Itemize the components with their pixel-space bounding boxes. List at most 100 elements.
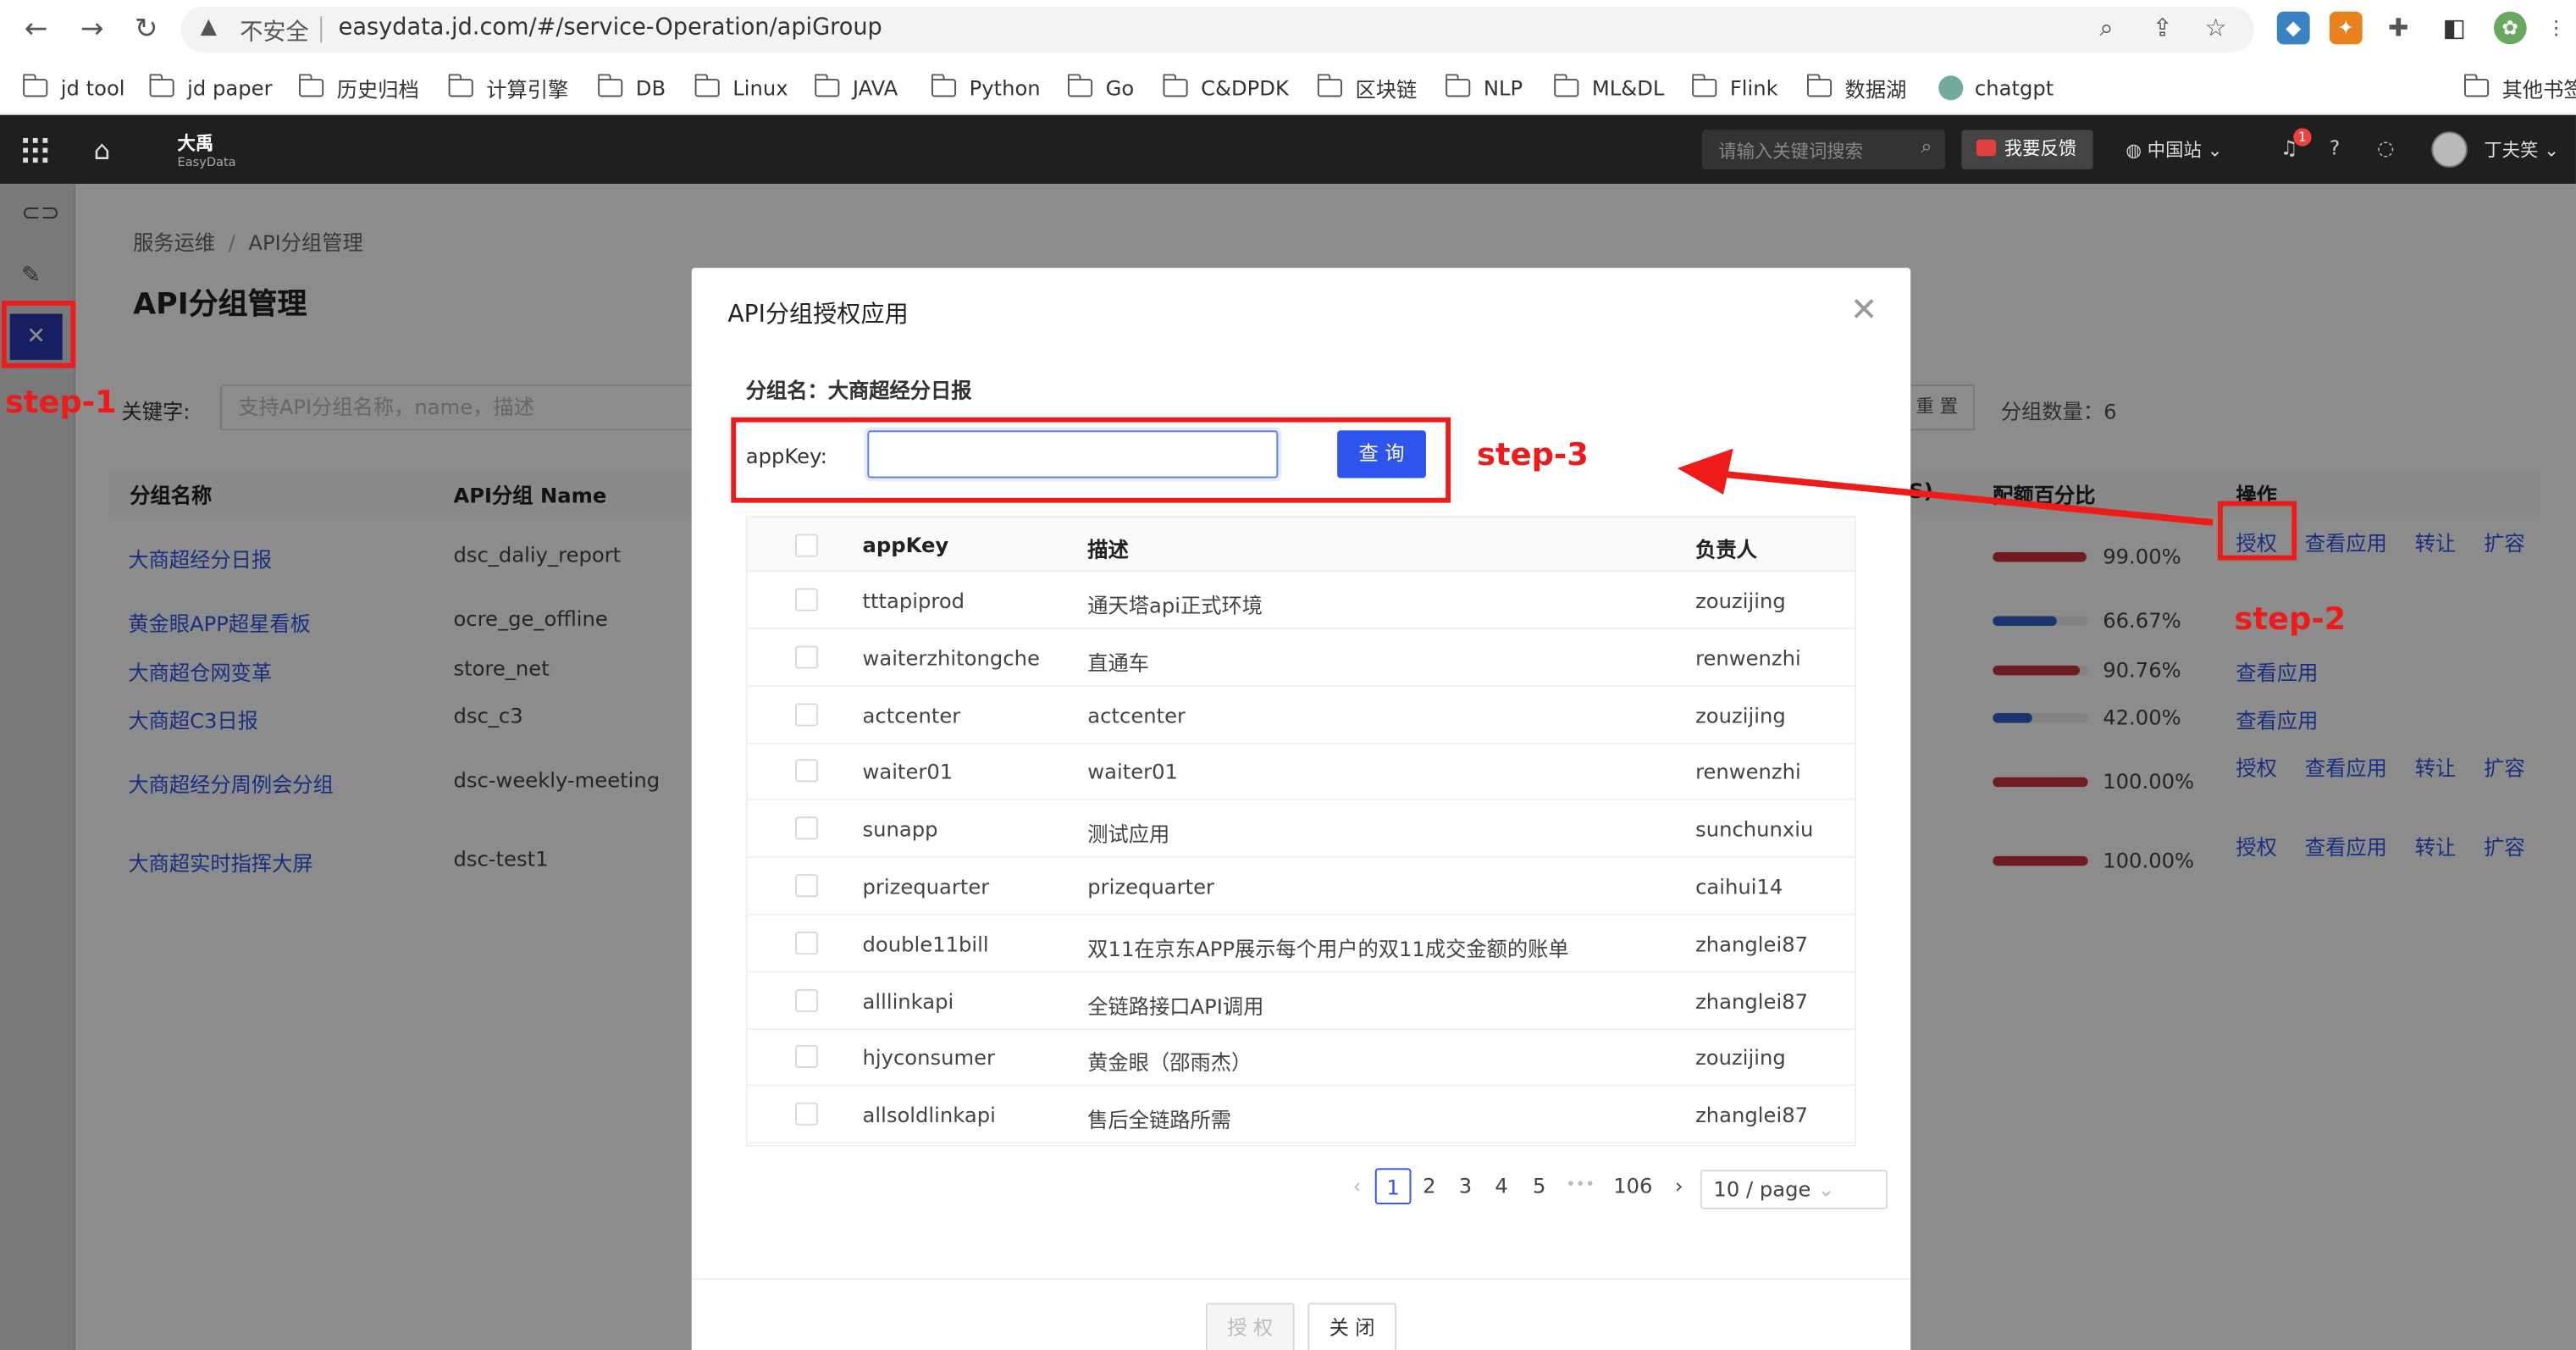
prev-page-icon[interactable]: ‹ [1339, 1168, 1375, 1204]
app-desc-cell: 全链路接口API调用 [1087, 993, 1264, 1019]
app-owner-cell: renwenzhi [1695, 645, 1801, 671]
page-1[interactable]: 1 [1374, 1168, 1412, 1205]
chrome-menu-icon[interactable]: ⋮ [2540, 11, 2573, 45]
app-key-cell: waiter01 [862, 760, 954, 785]
zoom-icon[interactable]: ⌕ [2099, 14, 2113, 43]
share-icon[interactable]: ⇪ [2152, 14, 2172, 43]
bookmark-chatgpt[interactable]: chatgpt [1938, 70, 2054, 103]
bookmark-archive[interactable]: 历史归档 [298, 70, 419, 103]
feedback-button[interactable]: 我要反馈 [1961, 130, 2093, 169]
folder-icon [1691, 73, 1717, 97]
forward-icon[interactable]: → [72, 10, 112, 50]
row-checkbox[interactable] [794, 645, 819, 669]
bookmark-flink[interactable]: Flink [1691, 70, 1778, 103]
row-checkbox[interactable] [794, 760, 819, 783]
app-row[interactable]: prizequarter prizequarter caihui14 [747, 858, 1855, 916]
page-3[interactable]: 3 [1447, 1168, 1484, 1204]
app-owner-cell: zhanglei87 [1695, 988, 1809, 1014]
folder-icon [814, 73, 840, 97]
query-button[interactable]: 查 询 [1337, 430, 1426, 479]
extensions-puzzle-icon[interactable]: ✚ [2382, 11, 2415, 45]
globe-icon: ◍ [2125, 139, 2148, 162]
bookmark-mldl[interactable]: ML&DL [1553, 70, 1664, 103]
app-owner-cell: zouzijing [1695, 702, 1786, 728]
app-row[interactable]: allsoldlinkapi 售后全链路所需 zhanglei87 [747, 1087, 1855, 1144]
app-table: appKey 描述 负责人 tttapiprod 通天塔api正式环境 zouzij… [745, 516, 1857, 1148]
help-icon[interactable]: ? [2330, 136, 2340, 159]
global-search-input[interactable]: 请输入关键词搜索 ⌕ [1701, 130, 1945, 169]
app-desc-cell: 黄金眼（邵雨杰） [1087, 1050, 1252, 1076]
app-row[interactable]: waiterzhitongche 直通车 renwenzhi [747, 629, 1855, 687]
bookmark-compute-engine[interactable]: 计算引擎 [447, 70, 568, 103]
notification-badge: 1 [2293, 128, 2312, 147]
page-4[interactable]: 4 [1484, 1168, 1520, 1204]
chevron-down-icon: ⌄ [2201, 139, 2223, 162]
next-page-icon[interactable]: › [1661, 1168, 1697, 1204]
page-ellipsis[interactable]: ••• [1562, 1168, 1599, 1204]
app-key-cell: sunapp [862, 816, 938, 842]
row-checkbox[interactable] [794, 1045, 819, 1069]
bookmark-other[interactable]: 其他书签 [2463, 70, 2576, 103]
app-key-cell: prizequarter [862, 874, 990, 899]
extension-fox-icon[interactable]: ✦ [2329, 11, 2363, 45]
page-last[interactable]: 106 [1608, 1168, 1657, 1204]
app-row[interactable]: alllinkapi 全链路接口API调用 zhanglei87 [747, 972, 1855, 1030]
bookmark-go[interactable]: Go [1067, 70, 1134, 103]
back-icon[interactable]: ← [16, 10, 56, 50]
select-all-checkbox[interactable] [794, 534, 819, 557]
address-bar[interactable]: ▲ 不安全 easydata.jd.com/#/service-Operatio… [180, 6, 2254, 53]
bookmark-db[interactable]: DB [597, 70, 666, 103]
page-2[interactable]: 2 [1411, 1168, 1447, 1204]
folder-icon [597, 73, 623, 97]
bookmark-python[interactable]: Python [931, 70, 1041, 103]
app-desc-cell: 直通车 [1087, 650, 1150, 675]
extension-shield-icon[interactable]: ◆ [2276, 11, 2310, 45]
bookmark-star-icon[interactable]: ☆ [2204, 14, 2226, 43]
insecure-label: 不安全 [240, 19, 309, 47]
authorize-button[interactable]: 授 权 [1205, 1303, 1295, 1350]
row-checkbox[interactable] [794, 588, 819, 611]
bookmark-jd-paper[interactable]: jd paper [148, 70, 273, 103]
bookmark-datalake[interactable]: 数据湖 [1806, 70, 1906, 103]
row-checkbox[interactable] [794, 1103, 819, 1126]
bookmark-linux[interactable]: Linux [694, 70, 788, 103]
close-icon[interactable]: ✕ [1850, 289, 1878, 329]
appkey-input[interactable] [867, 430, 1279, 479]
app-desc-cell: actcenter [1087, 702, 1186, 728]
home-icon[interactable]: ⌂ [94, 135, 111, 166]
page-5[interactable]: 5 [1521, 1168, 1557, 1204]
row-checkbox[interactable] [794, 874, 819, 898]
warning-icon: ▲ [200, 14, 218, 40]
app-row[interactable]: waiter01 waiter01 renwenzhi [747, 744, 1855, 801]
user-avatar[interactable] [2431, 131, 2468, 168]
row-checkbox[interactable] [794, 816, 819, 840]
bookmark-blockchain[interactable]: 区块链 [1317, 70, 1417, 103]
username[interactable]: 丁夫笑 ⌄ [2484, 136, 2559, 163]
app-owner-cell: zhanglei87 [1695, 1103, 1809, 1128]
row-checkbox[interactable] [794, 988, 819, 1012]
url-text[interactable]: easydata.jd.com/#/service-Operation/apiG… [339, 14, 882, 41]
brand-title: 大禹 [177, 133, 214, 155]
app-key-cell: actcenter [862, 702, 961, 728]
bookmark-nlp[interactable]: NLP [1445, 70, 1523, 103]
app-row[interactable]: hjyconsumer 黄金眼（邵雨杰） zouzijing [747, 1029, 1855, 1087]
app-row[interactable]: sunapp 测试应用 sunchunxiu [747, 800, 1855, 859]
app-row[interactable]: double11bill 双11在京东APP展示每个用户的双11成交金额的账单 zh… [747, 915, 1855, 973]
bookmark-jd-tool[interactable]: jd tool [22, 70, 125, 103]
app-owner-cell: caihui14 [1695, 874, 1783, 899]
close-button[interactable]: 关 闭 [1307, 1303, 1396, 1350]
row-checkbox[interactable] [794, 702, 819, 726]
message-icon[interactable]: ◌ [2377, 136, 2394, 159]
bookmark-cdpdk[interactable]: C&DPDK [1162, 70, 1289, 103]
app-grid-icon[interactable] [23, 137, 48, 163]
reload-icon[interactable]: ↻ [126, 10, 166, 50]
page-size-select[interactable]: 10 / page ⌄ [1700, 1170, 1888, 1209]
sidebar-toggle-icon[interactable]: ◧ [2437, 11, 2471, 45]
row-checkbox[interactable] [794, 931, 819, 954]
search-icon[interactable]: ⌕ [1921, 135, 1932, 159]
profile-avatar-icon[interactable]: ✿ [2493, 11, 2527, 45]
bookmark-java[interactable]: JAVA [814, 70, 898, 103]
region-selector[interactable]: ◍ 中国站 ⌄ [2125, 136, 2222, 163]
app-row[interactable]: actcenter actcenter zouzijing [747, 686, 1855, 744]
app-row[interactable]: tttapiprod 通天塔api正式环境 zouzijing [747, 572, 1855, 630]
